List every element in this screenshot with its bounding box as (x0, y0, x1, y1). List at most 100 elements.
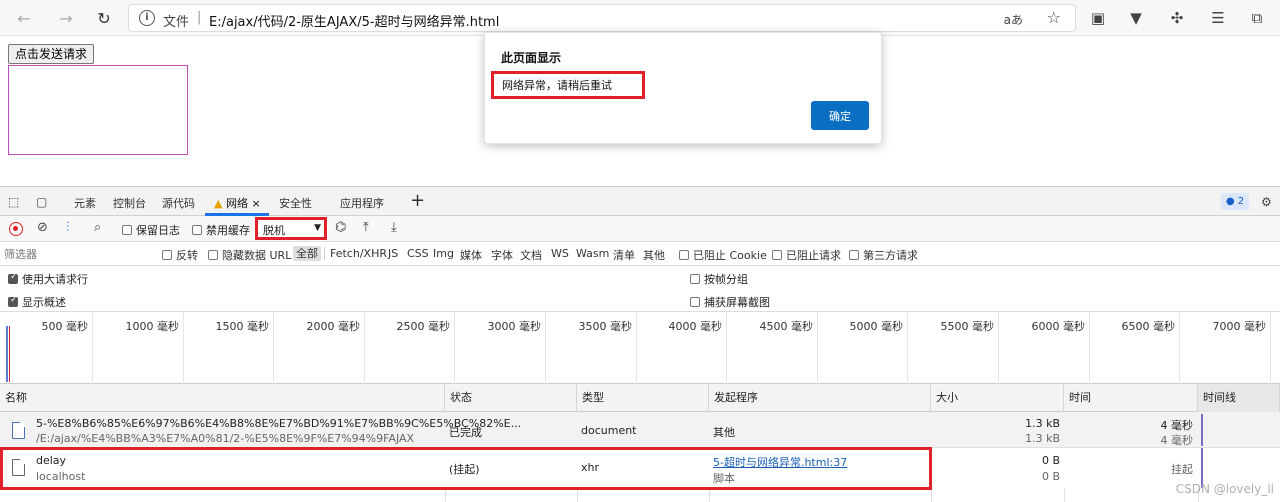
issues-count: 2 (1237, 196, 1245, 207)
tab-network[interactable]: ▲ 网络 × (214, 195, 261, 211)
big-rows-label: 使用大请求行 (22, 273, 88, 286)
import-har-icon[interactable]: ⤒ (363, 220, 369, 235)
timeline-gridline (1089, 312, 1090, 384)
filter-input[interactable] (4, 246, 152, 262)
timeline-marker-blue (6, 326, 8, 382)
invert-checkbox[interactable]: 反转 (162, 247, 198, 263)
request-resource-size: 1.3 kB (1025, 432, 1060, 445)
browser-toolbar: ← → ↻ i 文件 | E:/ajax/代码/2-原生AJAX/5-超时与网络… (0, 0, 1280, 36)
type-filter-css[interactable]: CSS (407, 247, 429, 260)
hide-data-url-checkbox[interactable]: 隐藏数据 URL (208, 247, 291, 263)
type-filter-other[interactable]: 其他 (643, 247, 665, 263)
timeline-gridline (907, 312, 908, 384)
type-filter-font[interactable]: 字体 (491, 247, 513, 263)
waterfall-bar (1201, 414, 1203, 446)
issues-badge[interactable]: ● 2 (1221, 193, 1249, 210)
request-size: 0 B (1041, 454, 1060, 467)
type-filter-img[interactable]: Img (433, 247, 454, 260)
search-icon[interactable]: ⌕ (94, 220, 101, 235)
column-header-name[interactable]: 名称 (0, 384, 445, 412)
export-har-icon[interactable]: ⤓ (391, 220, 397, 235)
timeline-tick-label: 1500 毫秒 (215, 320, 270, 333)
dialog-message: 网络异常，请稍后重试 (491, 71, 645, 99)
blocked-requests-label: 已阻止请求 (786, 249, 841, 262)
close-tab-icon[interactable]: × (251, 197, 260, 210)
timeline-overview[interactable]: 500 毫秒 1000 毫秒 1500 毫秒 2000 毫秒 2500 毫秒 3000 毫… (0, 312, 1280, 384)
watermark: CSDN @lovely_ll (1175, 482, 1274, 496)
timeline-tick-label: 6000 毫秒 (1031, 320, 1086, 333)
settings-gear-icon[interactable]: ⚙ (1261, 195, 1272, 209)
column-header-type[interactable]: 类型 (577, 384, 709, 412)
table-row[interactable]: 5-%E8%B6%85%E6%97%B6%E4%B8%8E%E7%BD%91%E… (0, 412, 1280, 448)
group-by-frame-checkbox[interactable]: 按帧分组 (690, 271, 748, 287)
timeline-tick-label: 1000 毫秒 (125, 320, 180, 333)
group-by-frame-label: 按帧分组 (704, 273, 748, 286)
inspect-element-icon[interactable]: ⬚ (8, 195, 19, 209)
highlight-frame (0, 447, 932, 490)
type-filter-doc[interactable]: 文档 (520, 247, 542, 263)
address-url[interactable]: E:/ajax/代码/2-原生AJAX/5-超时与网络异常.html (209, 11, 499, 30)
big-rows-checkbox[interactable]: 使用大请求行 (8, 271, 88, 287)
tab-elements[interactable]: 元素 (74, 195, 96, 211)
address-bar[interactable]: i 文件 | E:/ajax/代码/2-原生AJAX/5-超时与网络异常.htm… (128, 4, 1076, 32)
type-filter-media[interactable]: 媒体 (460, 247, 482, 263)
request-path: /E:/ajax/%E4%BB%A3%E7%A0%81/2-%E5%8E%9F%… (36, 432, 415, 445)
reload-icon[interactable]: ↻ (92, 6, 116, 30)
filter-icon[interactable]: ⫶ (66, 220, 69, 235)
dialog-ok-button[interactable]: 确定 (811, 101, 869, 130)
tab-sources[interactable]: 源代码 (162, 195, 195, 211)
info-icon[interactable]: i (139, 10, 155, 26)
warning-icon: ▲ (214, 197, 223, 210)
collections-icon[interactable]: ⧉ (1246, 7, 1268, 29)
network-conditions-icon[interactable]: ⌬ (335, 220, 346, 235)
favorite-star-icon[interactable]: ☆ (1047, 8, 1061, 27)
column-header-initiator[interactable]: 发起程序 (709, 384, 931, 412)
preserve-log-label: 保留日志 (136, 224, 180, 237)
column-header-size[interactable]: 大小 (931, 384, 1064, 412)
checkbox-icon (162, 250, 172, 260)
extension-icon[interactable]: ▣ (1087, 7, 1109, 29)
device-emulation-icon[interactable]: ▢ (36, 195, 47, 209)
record-icon[interactable] (9, 222, 23, 236)
request-time: 挂起 (1171, 463, 1193, 476)
type-filter-js[interactable]: JS (388, 247, 398, 260)
column-header-time[interactable]: 时间 (1064, 384, 1198, 412)
timeline-tick-label: 6500 毫秒 (1121, 320, 1176, 333)
preserve-log-checkbox[interactable]: 保留日志 (122, 222, 180, 238)
overview-label: 显示概述 (22, 296, 66, 309)
type-filter-fetch-xhr[interactable]: Fetch/XHR (330, 247, 387, 260)
timeline-gridline (545, 312, 546, 384)
favorites-list-icon[interactable]: ☰ (1207, 7, 1229, 29)
third-party-checkbox[interactable]: 第三方请求 (849, 247, 918, 263)
disable-cache-label: 禁用缓存 (206, 224, 250, 237)
timeline-tick-label: 3500 毫秒 (578, 320, 633, 333)
shield-extension-icon[interactable]: ▼ (1125, 7, 1147, 29)
type-filter-manifest[interactable]: 清单 (613, 247, 635, 263)
disable-cache-checkbox[interactable]: 禁用缓存 (192, 222, 250, 238)
column-header-status[interactable]: 状态 (445, 384, 577, 412)
blocked-cookies-checkbox[interactable]: 已阻止 Cookie (679, 247, 767, 263)
screenshots-checkbox[interactable]: 捕获屏幕截图 (690, 294, 770, 310)
add-tab-icon[interactable]: + (410, 190, 425, 211)
tab-application[interactable]: 应用程序 (340, 195, 384, 211)
puzzle-extensions-icon[interactable]: ✣ (1166, 7, 1188, 29)
read-aloud-icon[interactable]: aあ (1004, 11, 1023, 28)
timeline-tick-label: 5500 毫秒 (940, 320, 995, 333)
column-header-waterfall[interactable]: 时间线 (1198, 384, 1280, 412)
timeline-gridline (364, 312, 365, 384)
throttle-select[interactable]: 脱机 ▼ (255, 217, 327, 240)
type-filter-wasm[interactable]: Wasm (576, 247, 609, 260)
checkbox-checked-icon (8, 295, 18, 307)
devtools-tabbar: ⬚ ▢ 元素 控制台 源代码 ▲ 网络 × 安全性 应用程序 + ● 2 ⚙ (0, 186, 1280, 216)
checkbox-icon (690, 297, 700, 307)
tab-security[interactable]: 安全性 (279, 195, 312, 211)
tab-console[interactable]: 控制台 (113, 195, 146, 211)
back-arrow-icon[interactable]: ← (12, 6, 36, 30)
type-filter-ws[interactable]: WS (551, 247, 569, 260)
blocked-requests-checkbox[interactable]: 已阻止请求 (772, 247, 841, 263)
type-filter-all[interactable]: 全部 (293, 246, 321, 261)
clear-icon[interactable]: ⊘ (37, 220, 48, 235)
forward-arrow-icon[interactable]: → (54, 6, 78, 30)
send-request-button[interactable]: 点击发送请求 (8, 44, 95, 64)
overview-checkbox[interactable]: 显示概述 (8, 294, 66, 310)
